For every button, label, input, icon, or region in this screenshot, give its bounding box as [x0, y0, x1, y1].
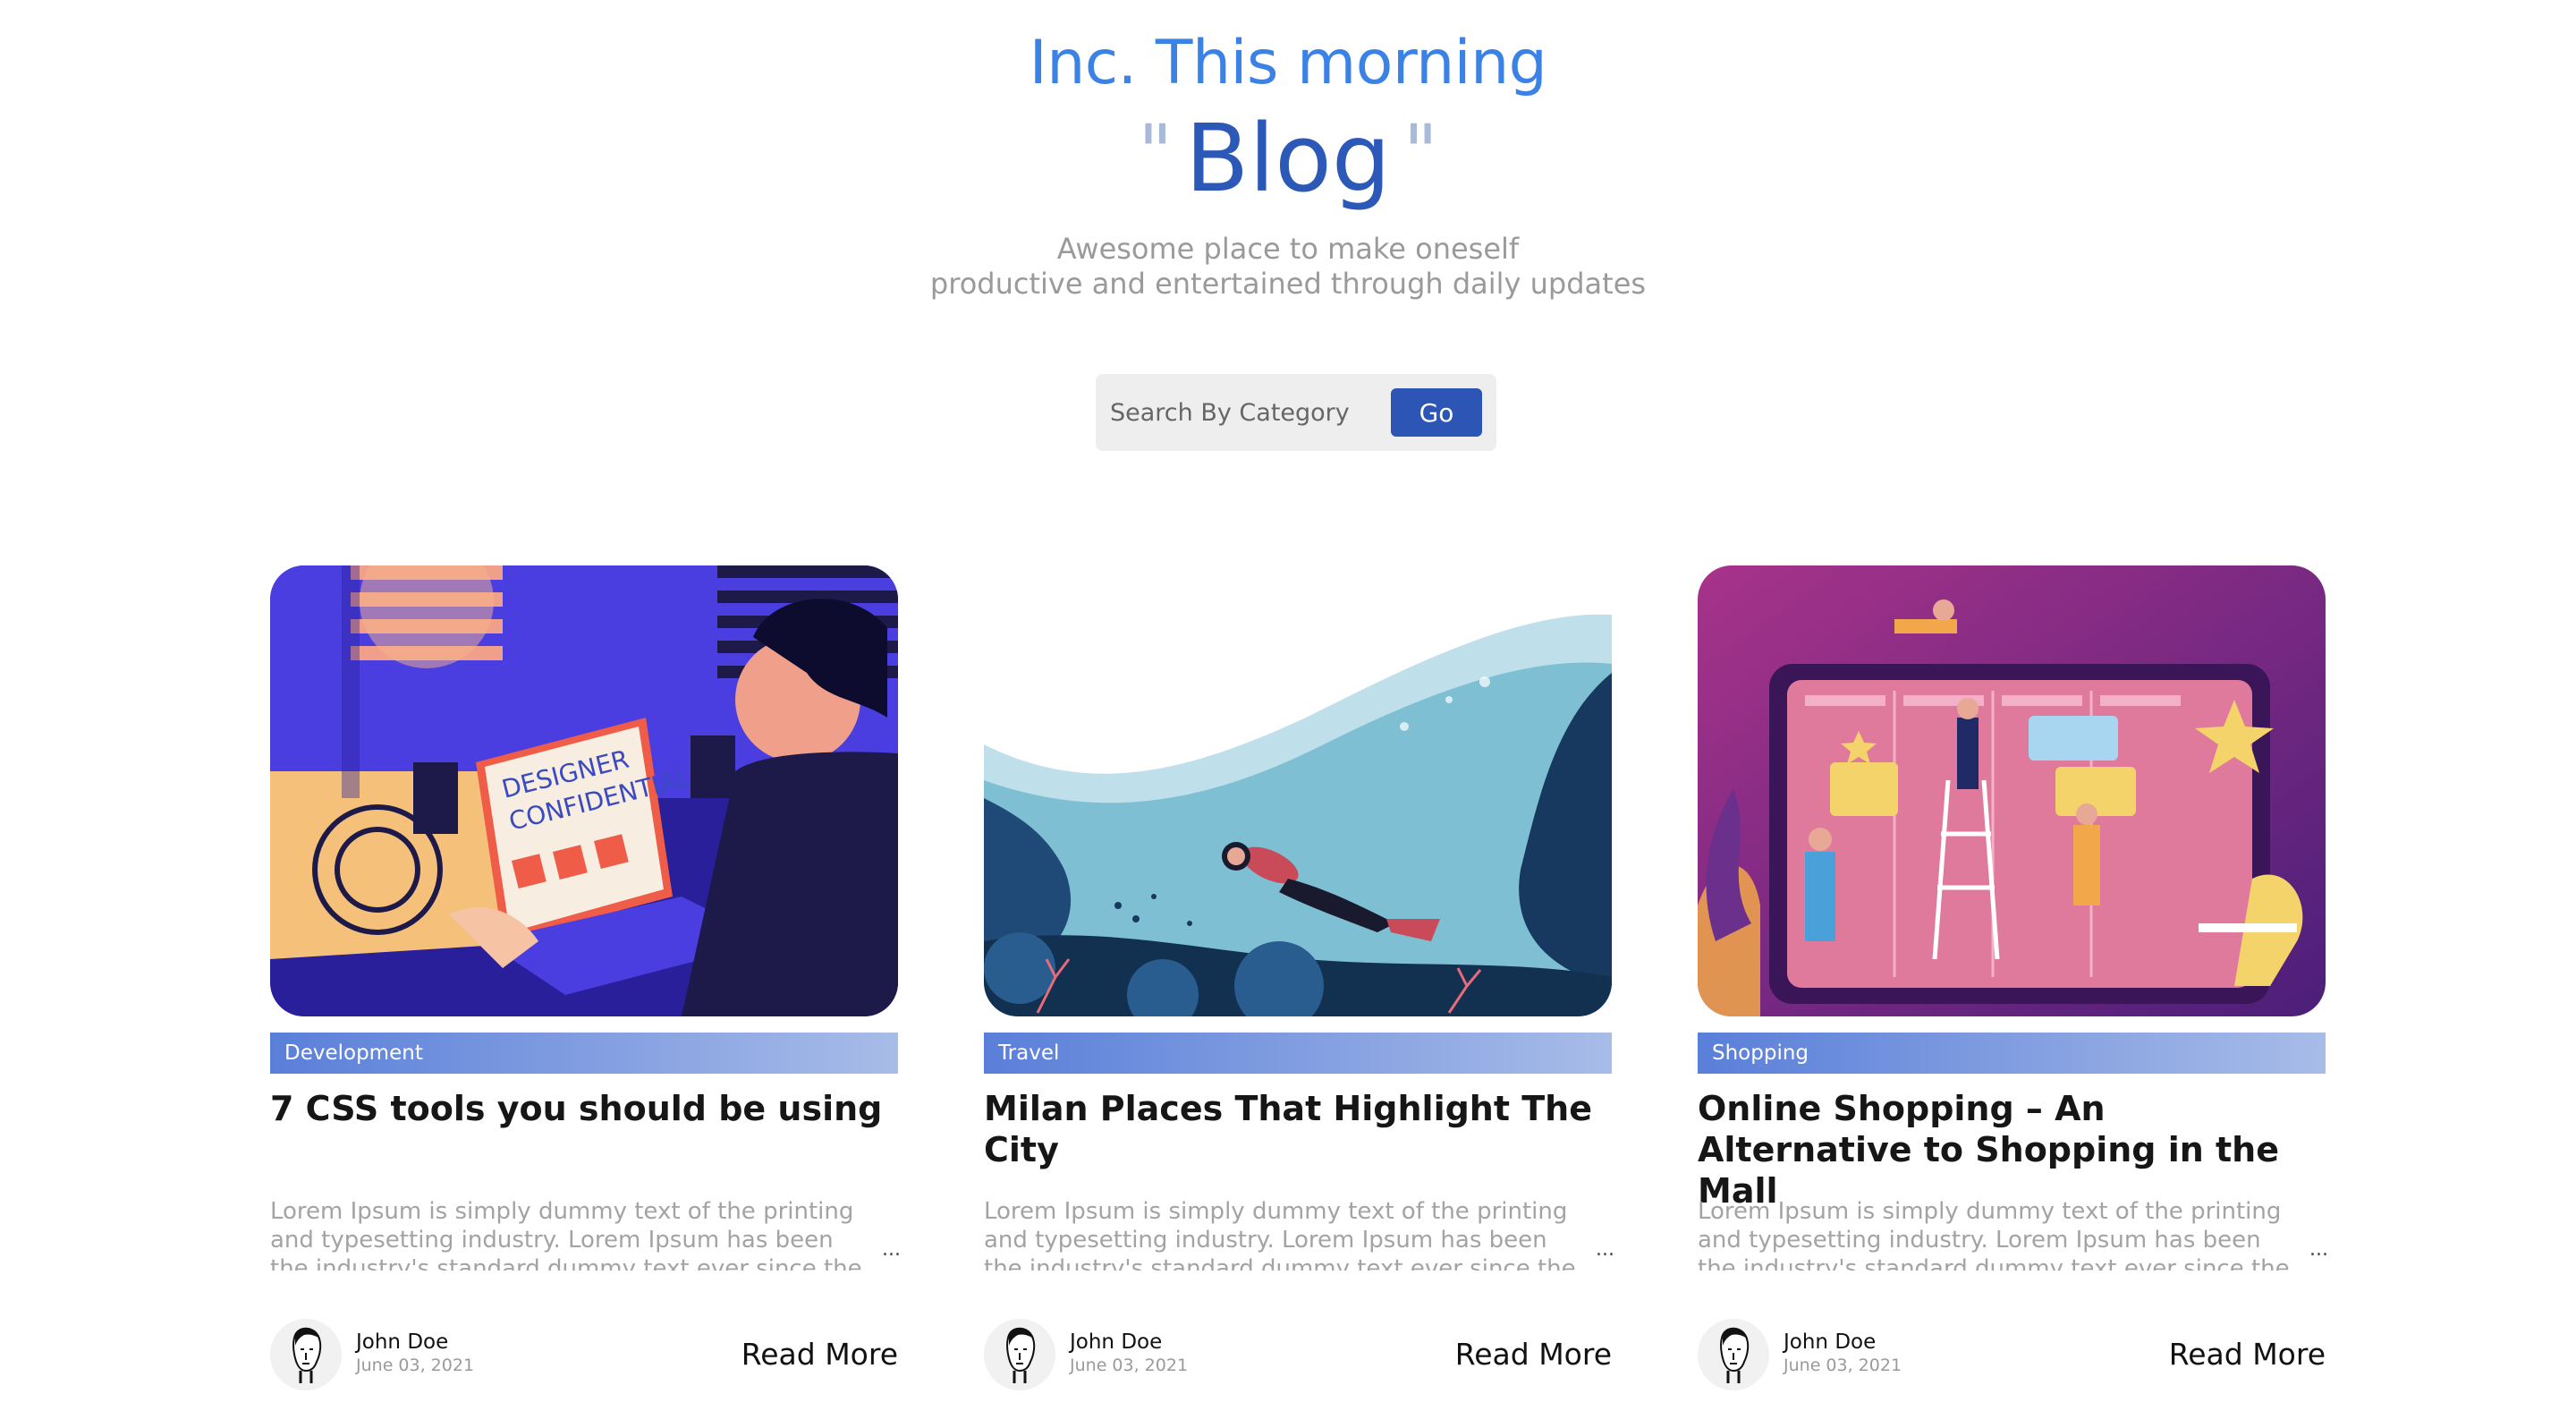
post-date: June 03, 2021	[1784, 1356, 1902, 1375]
category-badge[interactable]: Development	[270, 1033, 898, 1074]
search-input[interactable]	[1110, 390, 1378, 435]
author-name: John Doe	[1070, 1330, 1163, 1354]
blog-page: Inc. This morning " Blog " Awesome place t…	[0, 0, 2576, 1411]
tagline-line-2: productive and entertained through daily…	[929, 267, 1647, 301]
go-button[interactable]: Go	[1391, 388, 1482, 437]
post-card: Shopping Online Shopping – An Alternativ…	[1698, 565, 2328, 1411]
page-title-text: Blog	[1185, 104, 1391, 213]
post-date: June 03, 2021	[356, 1356, 475, 1375]
excerpt-ellipsis: ...	[882, 1238, 901, 1261]
post-date: June 03, 2021	[1070, 1356, 1189, 1375]
author-name: John Doe	[356, 1330, 449, 1354]
post-card: DESIGNER CONFIDENTIAL Development 7 CSS …	[270, 565, 901, 1411]
category-badge[interactable]: Shopping	[1698, 1033, 2326, 1074]
author-avatar	[1698, 1319, 1769, 1390]
category-badge[interactable]: Travel	[984, 1033, 1612, 1074]
post-excerpt: Lorem Ipsum is simply dummy text of the …	[984, 1198, 1576, 1271]
scuba-diver-illustration[interactable]	[984, 565, 1612, 1016]
post-title[interactable]: 7 CSS tools you should be using	[270, 1088, 898, 1129]
read-more-link[interactable]: Read More	[1455, 1337, 1612, 1372]
author-avatar	[270, 1319, 342, 1390]
post-excerpt: Lorem Ipsum is simply dummy text of the …	[1698, 1198, 2290, 1271]
designer-workspace-illustration[interactable]: DESIGNER CONFIDENTIAL	[270, 565, 898, 1016]
online-shopping-illustration[interactable]	[1698, 565, 2326, 1016]
post-card: Travel Milan Places That Highlight The C…	[984, 565, 1614, 1411]
read-more-link[interactable]: Read More	[741, 1337, 898, 1372]
close-quote: "	[1402, 108, 1438, 196]
author-name: John Doe	[1784, 1330, 1877, 1354]
post-title[interactable]: Online Shopping – An Alternative to Shop…	[1698, 1088, 2326, 1211]
page-title: " Blog "	[0, 89, 2576, 221]
author-avatar	[984, 1319, 1055, 1390]
post-title[interactable]: Milan Places That Highlight The City	[984, 1088, 1612, 1170]
category-search: Go	[1096, 374, 1496, 451]
excerpt-ellipsis: ...	[1596, 1238, 1614, 1261]
excerpt-ellipsis: ...	[2309, 1238, 2328, 1261]
read-more-link[interactable]: Read More	[2169, 1337, 2326, 1372]
post-excerpt: Lorem Ipsum is simply dummy text of the …	[270, 1198, 862, 1271]
tagline-line-1: Awesome place to make oneself	[1056, 232, 1520, 266]
open-quote: "	[1138, 108, 1174, 196]
